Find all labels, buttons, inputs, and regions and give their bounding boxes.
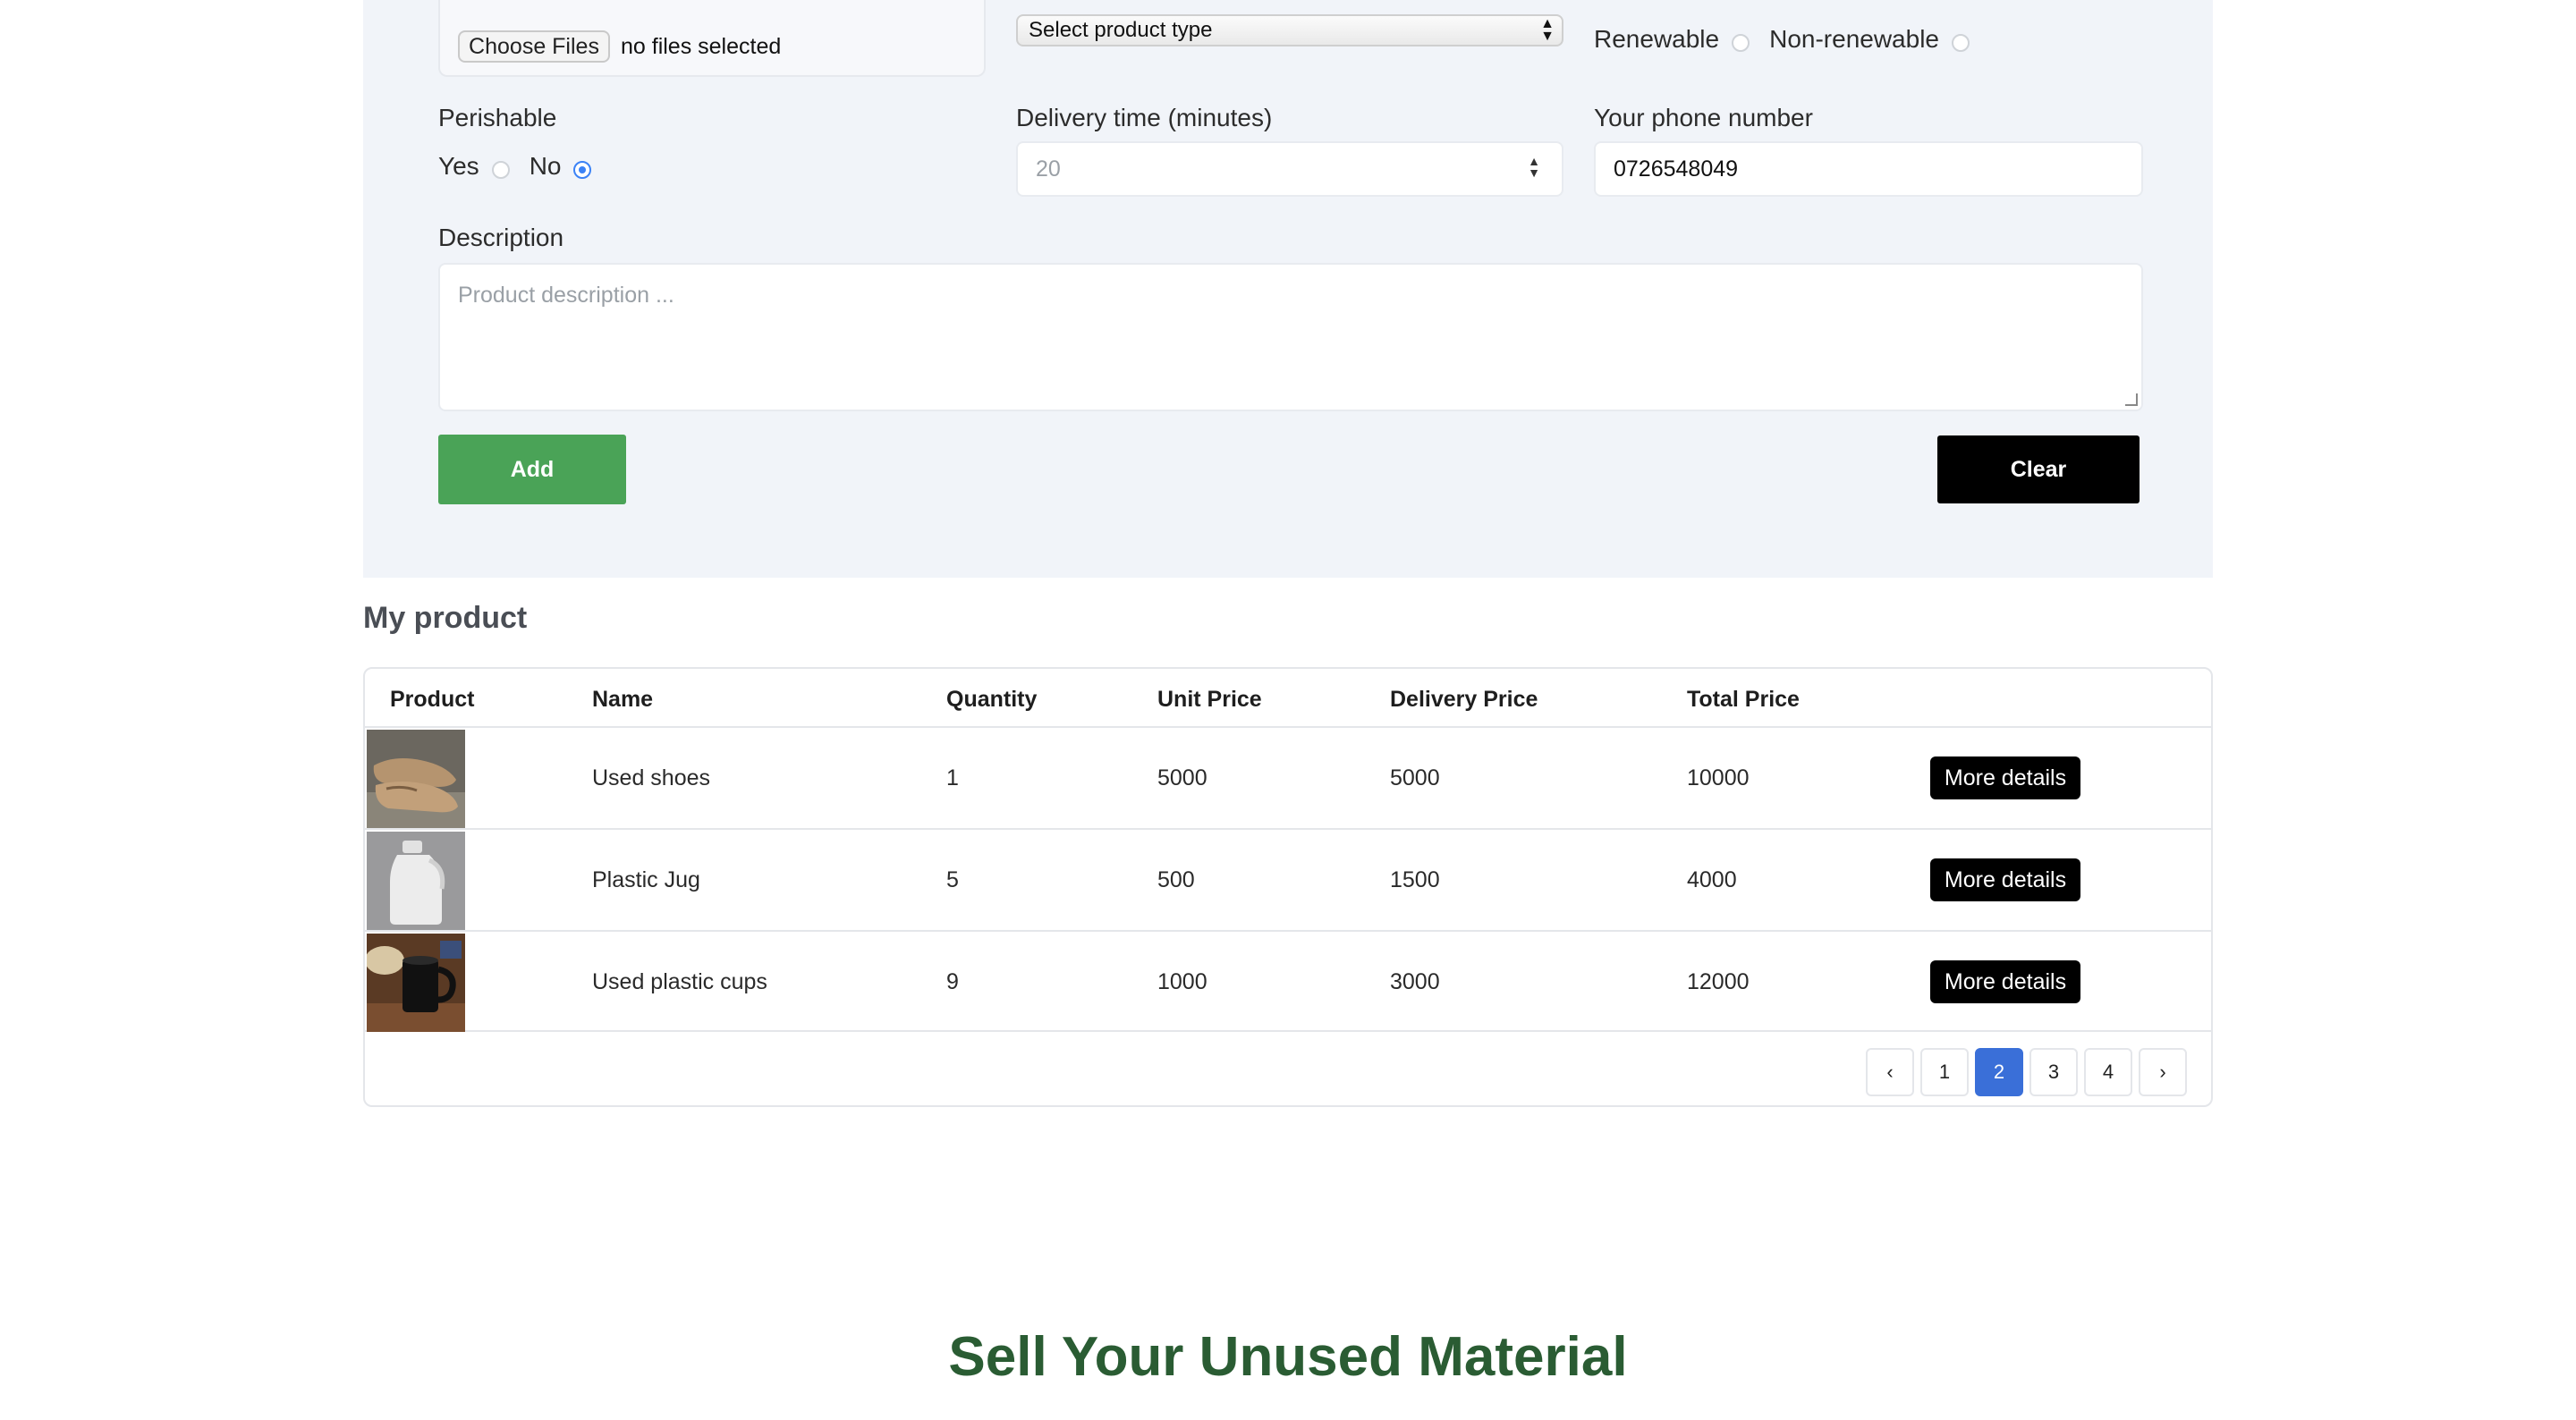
product-unit-price: 1000 xyxy=(1157,969,1208,994)
column-header-name: Name xyxy=(592,687,654,712)
products-table: Product Name Quantity Unit Price Deliver… xyxy=(363,667,2213,1107)
mug-image xyxy=(367,934,465,1032)
product-total-price: 10000 xyxy=(1687,765,1750,790)
perishable-radio-yes[interactable] xyxy=(491,161,510,179)
pagination-page-1[interactable]: 1 xyxy=(1920,1048,1969,1096)
resize-grip-icon[interactable] xyxy=(2125,393,2138,406)
more-details-button[interactable]: More details xyxy=(1930,756,2080,799)
delivery-time-label: Delivery time (minutes) xyxy=(1016,104,1273,131)
perishable-radio-group: Yes No xyxy=(438,152,611,181)
column-header-product: Product xyxy=(390,687,475,712)
delivery-time-input[interactable]: 20 ▲ ▼ xyxy=(1016,141,1563,197)
jug-image xyxy=(367,832,465,930)
image-upload-box: Choose Files no files selected xyxy=(438,0,986,77)
product-quantity: 9 xyxy=(946,969,959,994)
perishable-label: Perishable xyxy=(438,104,557,131)
pagination-page-4[interactable]: 4 xyxy=(2084,1048,2132,1096)
category-option-renewable-label: Renewable xyxy=(1594,25,1720,53)
product-thumbnail-cups xyxy=(367,934,465,1032)
product-delivery-price: 1500 xyxy=(1390,867,1440,892)
pagination-page-2[interactable]: 2 xyxy=(1975,1048,2023,1096)
description-textarea[interactable]: Product description ... xyxy=(438,263,2143,411)
perishable-yes-label: Yes xyxy=(438,152,479,180)
column-header-quantity: Quantity xyxy=(946,687,1038,712)
perishable-radio-no[interactable] xyxy=(573,161,592,179)
product-unit-price: 500 xyxy=(1157,867,1195,892)
phone-value: 0726548049 xyxy=(1614,156,1739,182)
product-total-price: 12000 xyxy=(1687,969,1750,994)
column-header-total-price: Total Price xyxy=(1687,687,1800,712)
shoes-image xyxy=(367,730,465,828)
number-spinner-icon[interactable]: ▲ ▼ xyxy=(1528,155,1540,179)
my-product-title: My product xyxy=(363,601,528,635)
perishable-no-label: No xyxy=(529,152,562,180)
pagination-next-button[interactable]: › xyxy=(2139,1048,2187,1096)
category-radio-group: Renewable Non-renewable xyxy=(1594,23,1989,55)
product-quantity: 1 xyxy=(946,765,959,790)
product-thumbnail-jug xyxy=(367,832,465,930)
more-details-button[interactable]: More details xyxy=(1930,960,2080,1003)
product-name: Used plastic cups xyxy=(592,969,767,994)
column-header-delivery-price: Delivery Price xyxy=(1390,687,1538,712)
product-name: Plastic Jug xyxy=(592,867,700,892)
more-details-button[interactable]: More details xyxy=(1930,858,2080,901)
description-placeholder: Product description ... xyxy=(458,283,674,308)
promo-title: Sell Your Unused Material xyxy=(948,1326,1628,1388)
phone-input[interactable]: 0726548049 xyxy=(1594,141,2143,197)
category-radio-renewable[interactable] xyxy=(1732,34,1750,52)
description-label: Description xyxy=(438,224,564,251)
product-delivery-price: 3000 xyxy=(1390,969,1440,994)
phone-label: Your phone number xyxy=(1594,104,1813,131)
product-form-panel: Choose Files no files selected Select pr… xyxy=(363,0,2213,578)
pagination: ‹ 1 2 3 4 › xyxy=(1866,1048,2193,1096)
select-arrows-icon: ▲ ▼ xyxy=(1540,16,1555,44)
pagination-page-3[interactable]: 3 xyxy=(2029,1048,2078,1096)
table-row: Used plastic cups 9 1000 3000 12000 More… xyxy=(365,930,2211,1032)
pagination-prev-button[interactable]: ‹ xyxy=(1866,1048,1914,1096)
product-type-selected: Select product type xyxy=(1029,18,1213,42)
product-thumbnail-shoes xyxy=(367,730,465,828)
clear-button[interactable]: Clear xyxy=(1937,435,2140,503)
choose-files-button[interactable]: Choose Files xyxy=(458,30,610,63)
product-total-price: 4000 xyxy=(1687,867,1737,892)
delivery-time-placeholder: 20 xyxy=(1036,156,1061,182)
column-header-unit-price: Unit Price xyxy=(1157,687,1262,712)
table-row: Used shoes 1 5000 5000 10000 More detail… xyxy=(365,726,2211,828)
product-delivery-price: 5000 xyxy=(1390,765,1440,790)
table-row: Plastic Jug 5 500 1500 4000 More details xyxy=(365,828,2211,930)
category-option-nonrenewable-label: Non-renewable xyxy=(1769,25,1939,53)
product-quantity: 5 xyxy=(946,867,959,892)
product-name: Used shoes xyxy=(592,765,711,790)
category-radio-nonrenewable[interactable] xyxy=(1952,34,1970,52)
file-status-text: no files selected xyxy=(621,34,782,59)
add-button[interactable]: Add xyxy=(438,435,626,504)
product-unit-price: 5000 xyxy=(1157,765,1208,790)
product-type-select[interactable]: Select product type ▲ ▼ xyxy=(1016,14,1563,46)
